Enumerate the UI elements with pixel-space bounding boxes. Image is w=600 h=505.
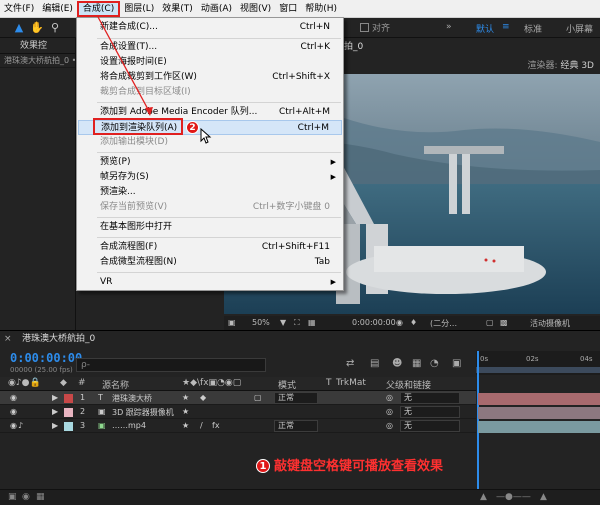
arrow-line xyxy=(97,16,151,114)
arrow-head xyxy=(145,107,153,116)
annotation-arrow xyxy=(97,16,153,116)
mouse-cursor-icon xyxy=(200,128,212,144)
